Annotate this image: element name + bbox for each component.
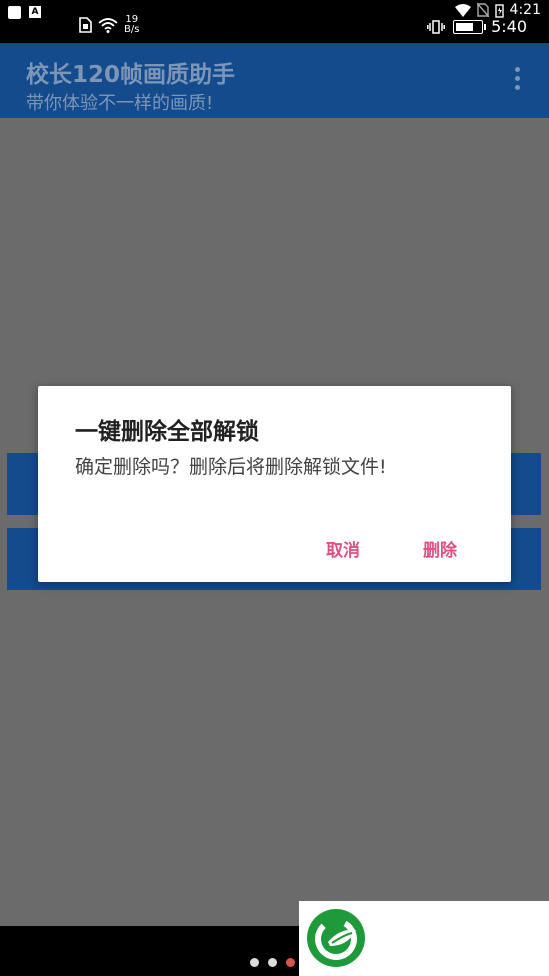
- vibrate-icon: [427, 19, 446, 34]
- net-speed-unit: B/s: [124, 24, 140, 35]
- no-sim-icon: [476, 3, 489, 17]
- app-subtitle: 带你体验不一样的画质!: [26, 93, 214, 114]
- page-dot[interactable]: [250, 958, 259, 967]
- page-dot[interactable]: [268, 958, 277, 967]
- battery-level: [456, 22, 473, 31]
- delete-button[interactable]: 删除: [423, 536, 457, 561]
- page-indicator: [250, 958, 295, 967]
- clock-top: 4:21: [509, 2, 541, 18]
- confirm-dialog: 一键删除全部解锁 确定删除吗？删除后将删除解锁文件! 取消 删除: [38, 386, 511, 582]
- clock-bottom: 5:40: [491, 17, 527, 36]
- page-dot[interactable]: [286, 958, 295, 967]
- wifi-filled-icon: [454, 3, 471, 17]
- app-bar: 校长120帧画质助手 带你体验不一样的画质!: [0, 43, 549, 118]
- net-speed: 19 B/s: [124, 15, 139, 35]
- dialog-message: 确定删除吗？删除后将删除解锁文件!: [75, 456, 387, 478]
- leaf-logo-icon: [307, 909, 365, 967]
- notification-a-icon: A: [29, 6, 41, 18]
- sim-card-icon: [79, 17, 92, 33]
- battery-icon: [453, 19, 487, 34]
- overflow-menu-icon[interactable]: [515, 67, 521, 90]
- cancel-button[interactable]: 取消: [326, 536, 360, 561]
- app-title: 校长120帧画质助手: [26, 62, 236, 88]
- status-bar: A 19 B/s 4:21 5:40: [0, 0, 549, 43]
- dialog-title: 一键删除全部解锁: [75, 419, 259, 445]
- wifi-icon: [98, 18, 118, 33]
- notification-square-icon: [8, 5, 21, 19]
- battery-charging-icon: [494, 3, 504, 18]
